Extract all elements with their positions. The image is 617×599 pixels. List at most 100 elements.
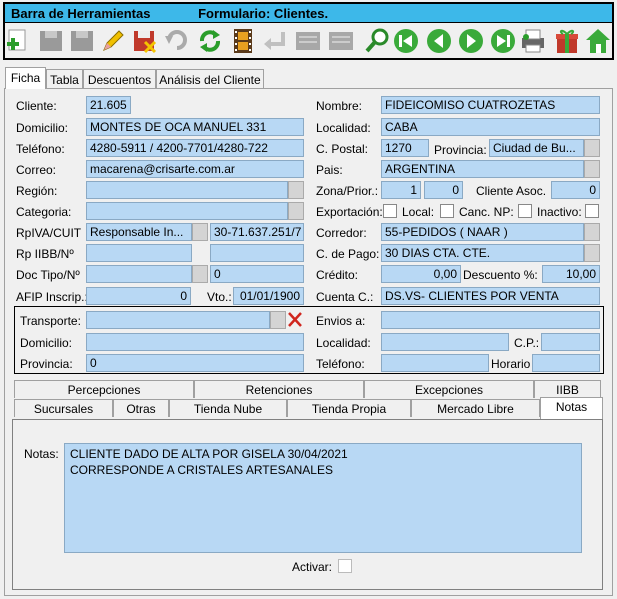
list2-disabled-icon — [329, 32, 353, 50]
transporte-lookup-button[interactable] — [270, 311, 286, 329]
subtab-tienda-propia[interactable]: Tienda Propia — [287, 399, 411, 417]
toolbar: Barra de Herramientas Formulario: Client… — [3, 2, 614, 60]
t-horario-label: Horario — [491, 357, 531, 371]
subtab-notas-label: Notas — [555, 400, 588, 414]
subtab-excepciones[interactable]: Excepciones — [364, 380, 534, 398]
exportacion-checkbox[interactable] — [383, 204, 397, 218]
docnum-field[interactable]: 0 — [210, 265, 304, 283]
activar-checkbox[interactable] — [338, 559, 352, 573]
rpiva-lookup-button[interactable] — [192, 223, 208, 241]
tab-ficha[interactable]: Ficha — [5, 67, 46, 89]
add-icon — [7, 29, 26, 51]
gift-button[interactable] — [553, 26, 581, 56]
film-icon — [234, 29, 252, 53]
transporte-label: Transporte: — [20, 314, 81, 328]
tab-tabla[interactable]: Tabla — [46, 69, 83, 89]
undo-button[interactable] — [163, 26, 191, 56]
transporte-clear-button[interactable] — [286, 310, 304, 329]
local-checkbox[interactable] — [440, 204, 454, 218]
subtab-retenciones[interactable]: Retenciones — [194, 380, 364, 398]
refresh-button[interactable] — [196, 26, 224, 56]
pais-lookup-button[interactable] — [584, 160, 600, 178]
cpago-lookup-button[interactable] — [584, 244, 600, 262]
corredor-field[interactable]: 55-PEDIDOS ( NAAR ) — [381, 223, 584, 241]
cliente-code-field[interactable]: 21.605 — [86, 96, 131, 114]
cpago-field[interactable]: 30 DIAS CTA. CTE. — [381, 244, 584, 262]
prior-field[interactable]: 0 — [424, 181, 463, 199]
subtab-tienda-nube[interactable]: Tienda Nube — [169, 399, 287, 417]
last-record-button[interactable] — [489, 26, 517, 56]
subtab-iibb[interactable]: IIBB — [534, 380, 601, 398]
save-all-button[interactable] — [68, 26, 96, 56]
rpiibb-number-field[interactable] — [210, 244, 304, 262]
add-button[interactable] — [5, 26, 33, 56]
telefono-label: Teléfono: — [16, 142, 65, 156]
t-cp-field[interactable] — [541, 333, 600, 351]
subtab-sucursales[interactable]: Sucursales — [14, 399, 113, 417]
subtab-iibb-label: IIBB — [556, 383, 579, 397]
t-localidad-label: Localidad: — [316, 336, 371, 350]
categoria-field[interactable] — [86, 202, 288, 220]
home-button[interactable] — [584, 26, 612, 56]
domicilio-field[interactable]: MONTES DE OCA MANUEL 331 — [86, 118, 304, 136]
t-telefono-field[interactable] — [381, 354, 489, 372]
cuit-field[interactable]: 30-71.637.251/7 — [210, 223, 304, 241]
first-record-button[interactable] — [392, 26, 420, 56]
print-button[interactable] — [519, 26, 547, 56]
credito-field[interactable]: 0,00 — [381, 265, 461, 283]
search-button[interactable] — [364, 26, 392, 56]
inactivo-checkbox[interactable] — [585, 204, 599, 218]
notas-line-1: CLIENTE DADO DE ALTA POR GISELA 30/04/20… — [70, 447, 348, 461]
zona-field[interactable]: 1 — [381, 181, 421, 199]
cpostal-field[interactable]: 1270 — [381, 139, 429, 157]
t-provincia-field[interactable]: 0 — [86, 354, 304, 372]
correo-field[interactable]: macarena@crisarte.com.ar — [86, 160, 304, 178]
canc-np-checkbox[interactable] — [518, 204, 532, 218]
subtab-percepciones[interactable]: Percepciones — [14, 380, 194, 398]
save-delete-icon — [134, 31, 157, 54]
film-button[interactable] — [229, 26, 257, 56]
subtab-tienda-propia-label: Tienda Propia — [311, 402, 387, 416]
provincia-field[interactable]: Ciudad de Bu... — [489, 139, 584, 157]
afip-label: AFIP Inscrip.: — [16, 290, 88, 304]
vto-field[interactable]: 01/01/1900 — [233, 287, 304, 305]
telefono-field[interactable]: 4280-5911 / 4200-7701/4280-722 — [86, 139, 304, 157]
rpiibb-field[interactable] — [86, 244, 192, 262]
cuenta-field[interactable]: DS.VS- CLIENTES POR VENTA — [381, 287, 600, 305]
edit-button[interactable] — [99, 26, 127, 56]
return-button[interactable] — [261, 26, 289, 56]
region-field[interactable] — [86, 181, 288, 199]
subtab-notas[interactable]: Notas — [540, 397, 603, 419]
t-horario-field[interactable] — [532, 354, 600, 372]
envios-field[interactable] — [381, 311, 600, 329]
tab-analisis-cliente[interactable]: Análisis del Cliente — [156, 69, 264, 89]
rpiva-field[interactable]: Responsable In... — [86, 223, 192, 241]
prev-record-button[interactable] — [425, 26, 453, 56]
t-domicilio-field[interactable] — [86, 333, 304, 351]
next-record-button[interactable] — [457, 26, 485, 56]
localidad-field[interactable]: CABA — [381, 118, 600, 136]
corredor-lookup-button[interactable] — [584, 223, 600, 241]
tab-descuentos[interactable]: Descuentos — [83, 69, 156, 89]
subtab-otras[interactable]: Otras — [113, 399, 169, 417]
t-localidad-field[interactable] — [381, 333, 509, 351]
doctipo-field[interactable] — [86, 265, 192, 283]
return-disabled-icon — [264, 32, 285, 50]
descuento-field[interactable]: 10,00 — [542, 265, 600, 283]
list2-button[interactable] — [327, 26, 355, 56]
save-button[interactable] — [37, 26, 65, 56]
pais-field[interactable]: ARGENTINA — [381, 160, 584, 178]
subtab-mercado-libre[interactable]: Mercado Libre — [411, 399, 540, 417]
doctipo-lookup-button[interactable] — [192, 265, 208, 283]
transporte-field[interactable] — [86, 311, 270, 329]
region-lookup-button[interactable] — [288, 181, 304, 199]
t-provincia-label: Provincia: — [20, 357, 73, 371]
categoria-lookup-button[interactable] — [288, 202, 304, 220]
nombre-field[interactable]: FIDEICOMISO CUATROZETAS — [381, 96, 600, 114]
afip-field[interactable]: 0 — [86, 287, 191, 305]
cliente-asoc-field[interactable]: 0 — [551, 181, 600, 199]
list-button[interactable] — [294, 26, 322, 56]
save-delete-button[interactable] — [131, 26, 159, 56]
provincia-lookup-button[interactable] — [584, 139, 600, 157]
notas-textarea[interactable]: CLIENTE DADO DE ALTA POR GISELA 30/04/20… — [64, 443, 582, 553]
